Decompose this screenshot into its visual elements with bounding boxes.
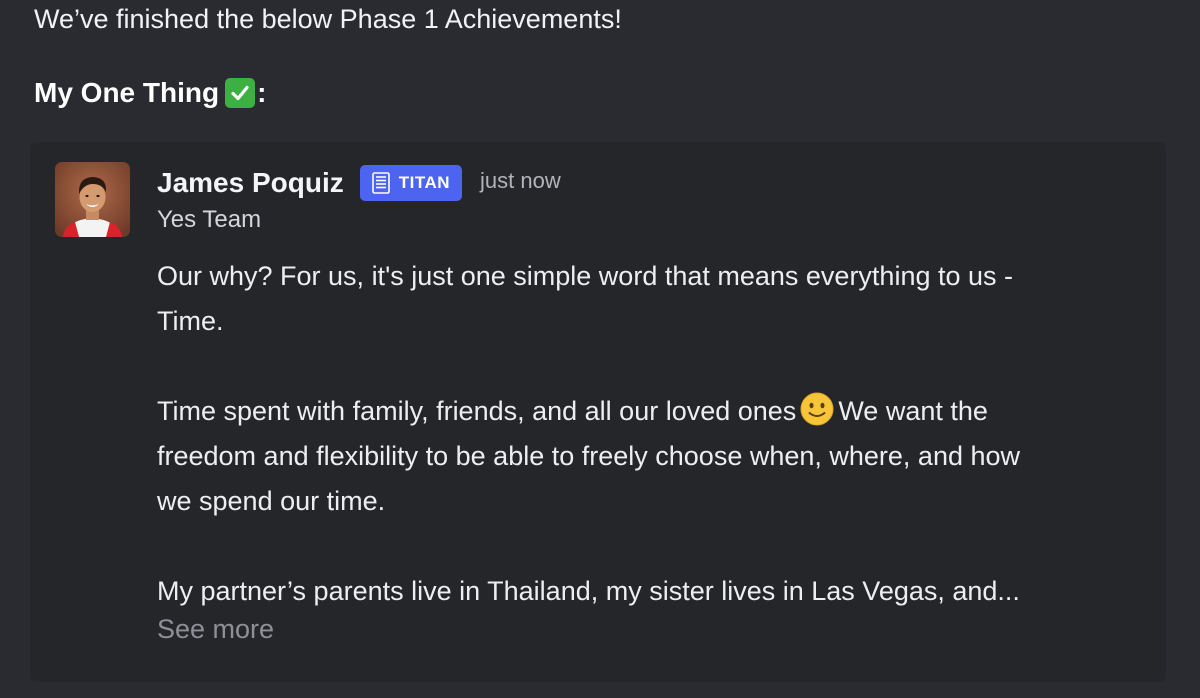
intro-text: We’ve finished the below Phase 1 Achieve… <box>34 4 622 34</box>
page: We’ve finished the below Phase 1 Achieve… <box>0 0 1200 698</box>
post-body: Our why? For us, it's just one simple wo… <box>157 254 1157 614</box>
see-more-link[interactable]: See more <box>157 614 274 645</box>
paragraph-2: Time spent with family, friends, and all… <box>157 389 1157 524</box>
avatar[interactable] <box>55 162 130 237</box>
slightly-smiling-face-icon <box>800 392 834 426</box>
paragraph-2-line-2: freedom and flexibility to be able to fr… <box>157 441 1021 471</box>
team-name: Yes Team <box>157 206 262 233</box>
document-lines-icon <box>371 172 390 194</box>
check-mark-button-icon <box>225 78 256 108</box>
author-name[interactable]: James Poquiz <box>157 167 344 199</box>
paragraph-2-line-1b: We want the <box>838 396 988 426</box>
paragraph-1-line-1: Our why? For us, it's just one simple wo… <box>157 261 1014 291</box>
heading-colon: : <box>257 77 267 108</box>
post-card: James Poquiz TITAN just now Yes Team Our… <box>30 142 1166 682</box>
titan-badge: TITAN <box>359 165 463 201</box>
paragraph-2-line-1a: Time spent with family, friends, and all… <box>157 396 797 426</box>
paragraph-1-line-2: Time. <box>157 306 224 336</box>
paragraph-2-line-3: we spend our time. <box>157 486 386 516</box>
paragraph-3-line-1: My partner’s parents live in Thailand, m… <box>157 576 1020 606</box>
timestamp[interactable]: just now <box>480 168 561 194</box>
badge-label: TITAN <box>398 173 451 192</box>
paragraph-1: Our why? For us, it's just one simple wo… <box>157 254 1157 344</box>
heading-label: My One Thing <box>34 77 220 108</box>
author-row: James Poquiz TITAN just now <box>157 162 561 204</box>
section-heading: My One Thing : <box>34 77 266 109</box>
paragraph-3: My partner’s parents live in Thailand, m… <box>157 569 1157 614</box>
